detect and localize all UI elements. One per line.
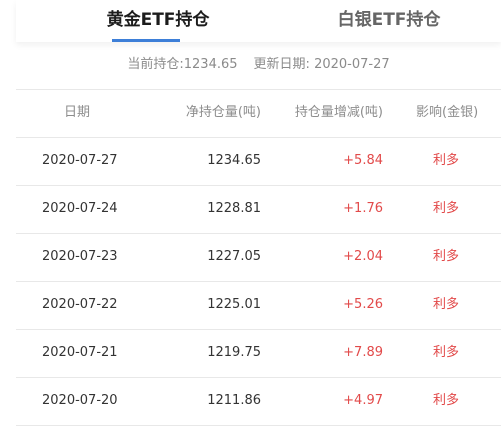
table-row: 2020-07-22 1225.01 +5.26 利多: [16, 281, 501, 329]
holdings-summary: 当前持仓:1234.65 更新日期: 2020-07-27: [16, 52, 501, 78]
row-effect: 利多: [432, 249, 459, 264]
tab-bar: 黄金ETF持仓 白银ETF持仓: [16, 0, 501, 42]
row-holding-change: +2.04: [343, 249, 383, 264]
row-effect: 利多: [432, 297, 459, 312]
row-date: 2020-07-22: [42, 297, 118, 312]
tab-gold-etf[interactable]: 黄金ETF持仓: [78, 0, 238, 42]
row-date: 2020-07-21: [42, 345, 118, 360]
header-holding-change: 持仓量增减(吨): [294, 105, 383, 120]
current-holding-value: 1234.65: [183, 57, 238, 72]
row-net-holding: 1219.75: [207, 345, 261, 360]
row-holding-change: +1.76: [343, 201, 383, 216]
row-holding-change: +7.89: [343, 345, 383, 360]
row-net-holding: 1234.65: [207, 153, 261, 168]
row-holding-change: +4.97: [343, 393, 383, 408]
header-date: 日期: [64, 105, 91, 120]
table-row: 2020-07-27 1234.65 +5.84 利多: [16, 137, 501, 185]
row-net-holding: 1228.81: [207, 201, 261, 216]
header-effect: 影响(金银): [416, 105, 479, 120]
table-header-row: 日期 净持仓量(吨) 持仓量增减(吨) 影响(金银): [16, 89, 501, 137]
row-holding-change: +5.26: [343, 297, 383, 312]
etf-holdings-card: 黄金ETF持仓 白银ETF持仓 当前持仓:1234.65 更新日期: 2020-0…: [16, 0, 501, 428]
active-tab-indicator: [112, 39, 180, 42]
row-date: 2020-07-20: [42, 393, 118, 408]
row-date: 2020-07-24: [42, 201, 118, 216]
table-row: 2020-07-20 1211.86 +4.97 利多: [16, 377, 501, 425]
table-row: 2020-07-23 1227.05 +2.04 利多: [16, 233, 501, 281]
row-effect: 利多: [432, 393, 459, 408]
table-bottom-divider: [16, 425, 501, 426]
row-net-holding: 1211.86: [207, 393, 261, 408]
update-date-label: 更新日期:: [253, 57, 310, 72]
row-date: 2020-07-23: [42, 249, 118, 264]
row-effect: 利多: [432, 201, 459, 216]
row-net-holding: 1227.05: [207, 249, 261, 264]
current-holding-label: 当前持仓:: [127, 57, 184, 72]
table-row: 2020-07-24 1228.81 +1.76 利多: [16, 185, 501, 233]
table-row: 2020-07-21 1219.75 +7.89 利多: [16, 329, 501, 377]
row-effect: 利多: [432, 345, 459, 360]
row-holding-change: +5.84: [343, 153, 383, 168]
update-date-value: 2020-07-27: [314, 57, 390, 72]
holdings-table: 日期 净持仓量(吨) 持仓量增减(吨) 影响(金银) 2020-07-27 12…: [16, 89, 501, 426]
row-net-holding: 1225.01: [207, 297, 261, 312]
header-net-holding: 净持仓量(吨): [185, 105, 261, 120]
tab-silver-etf[interactable]: 白银ETF持仓: [309, 0, 469, 42]
row-effect: 利多: [432, 153, 459, 168]
row-date: 2020-07-27: [42, 153, 118, 168]
